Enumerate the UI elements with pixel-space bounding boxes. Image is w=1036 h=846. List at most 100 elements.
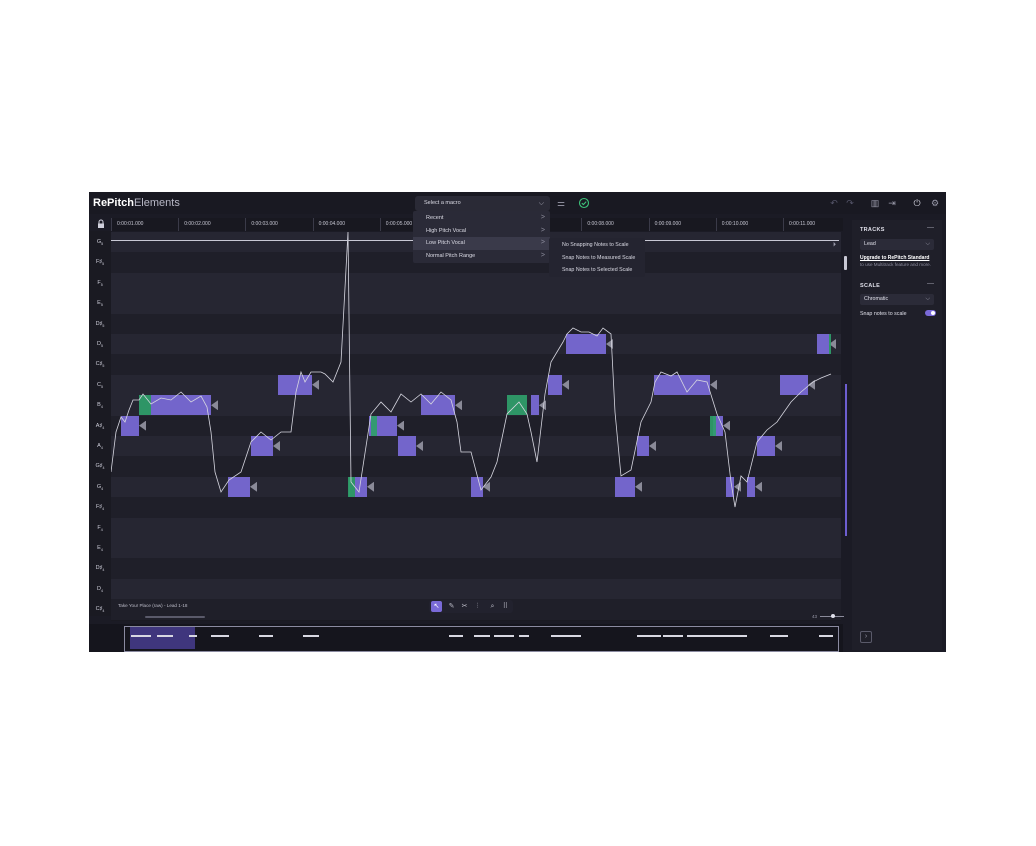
snap-notes-label: Snap notes to scale: [860, 311, 907, 317]
macro-menu-item-label: Normal Pitch Range: [426, 252, 476, 259]
piano-key[interactable]: F♯4: [89, 497, 111, 517]
timeline-tick: 0:00:04.000: [318, 221, 346, 227]
piano-key-octave: 4: [102, 425, 105, 430]
zoom-slider-handle[interactable]: [831, 614, 835, 618]
macro-submenu-item-label: No Snapping Notes to Scale: [562, 242, 629, 248]
overview-note: [819, 635, 833, 637]
scale-select[interactable]: Chromatic ⌵: [860, 294, 934, 305]
overview-strip[interactable]: [89, 624, 843, 652]
chevron-right-icon: >: [540, 251, 545, 259]
app-logo: RePitchElements: [93, 196, 180, 210]
tracks-collapse-button[interactable]: —: [927, 224, 934, 231]
piano-key-octave: 5: [100, 344, 103, 349]
timeline-tick-mark: [783, 218, 784, 231]
brand-light: Elements: [133, 197, 180, 209]
piano-key-octave: 5: [102, 323, 105, 328]
macro-settings-icon[interactable]: ⚌: [555, 197, 567, 209]
overview-note: [717, 635, 747, 637]
piano-key[interactable]: G♯4: [89, 456, 111, 476]
piano-key-octave: 4: [100, 405, 103, 410]
piano-key-octave: 5: [101, 242, 104, 247]
macro-menu-item[interactable]: Recent >: [413, 212, 550, 225]
right-panel: TRACKS — Lead ⌵ Upgrade to RePitch Stand…: [852, 220, 942, 650]
chevron-down-icon: ⌵: [538, 200, 544, 207]
export-icon[interactable]: ⇥: [886, 197, 898, 209]
piano-key[interactable]: F♯5: [89, 252, 111, 272]
select-tool-icon[interactable]: ↖: [431, 601, 442, 612]
macro-submenu-item-label: Snap Notes to Measured Scale: [562, 254, 636, 261]
macro-select[interactable]: Select a macro ⌵: [415, 196, 550, 211]
piano-key-octave: 4: [102, 507, 105, 512]
piano-key[interactable]: F4: [89, 518, 111, 538]
overview-frame: [124, 626, 839, 652]
gear-icon[interactable]: ⚙: [929, 197, 941, 209]
power-icon[interactable]: ⏻: [911, 197, 923, 209]
vertical-scroll-thumb[interactable]: [844, 256, 847, 270]
expand-icon[interactable]: ›: [860, 631, 872, 643]
level-tool-icon[interactable]: ⫶: [472, 601, 483, 612]
piano-key-octave: 5: [102, 262, 105, 267]
repitch-window: RePitchElements Select a macro ⌵ ⚌ ↶ ↷ ▥…: [89, 192, 946, 652]
piano-key[interactable]: G5: [89, 232, 111, 252]
scale-collapse-button[interactable]: —: [927, 280, 934, 287]
macro-submenu-item[interactable]: Snap Notes to Selected Scale: [549, 264, 645, 277]
macro-submenu: No Snapping Notes to Scale Snap Notes to …: [549, 238, 645, 277]
snap-notes-toggle[interactable]: [925, 310, 936, 316]
zoom-icon[interactable]: ⌕: [487, 601, 498, 612]
macro-menu-item[interactable]: Low Pitch Vocal >: [413, 237, 550, 250]
piano-key-octave: 5: [100, 282, 103, 287]
piano-key[interactable]: C5: [89, 375, 111, 395]
timeline-tick-mark: [715, 218, 717, 231]
scale-select-value: Chromatic: [864, 296, 889, 302]
upgrade-link[interactable]: Upgrade to RePitch Standard: [860, 255, 929, 261]
piano-key[interactable]: C♯4: [89, 599, 111, 619]
grip-icon[interactable]: ⠿: [500, 601, 511, 612]
macro-submenu-item-label: Snap Notes to Selected Scale: [562, 267, 633, 274]
macro-menu-item-label: High Pitch Vocal: [426, 227, 467, 234]
piano-key[interactable]: A4: [89, 436, 111, 456]
piano-key-octave: 5: [102, 364, 105, 369]
undo-icon[interactable]: ↶: [828, 197, 840, 209]
macro-select-label: Select a macro: [424, 200, 461, 206]
piano-key[interactable]: G4: [89, 477, 111, 497]
redo-icon[interactable]: ↷: [844, 197, 856, 209]
piano-key[interactable]: F5: [89, 273, 111, 293]
overview-note: [494, 635, 514, 637]
check-icon[interactable]: [578, 197, 590, 209]
macro-menu-item[interactable]: High Pitch Vocal >: [413, 225, 550, 238]
scissors-icon[interactable]: ✂: [459, 601, 470, 612]
track-select[interactable]: Lead ⌵: [860, 239, 934, 250]
piano-key[interactable]: D♯4: [89, 558, 111, 578]
piano-key[interactable]: D5: [89, 334, 111, 354]
lock-icon[interactable]: [95, 219, 107, 231]
piano-key-octave: 5: [100, 384, 103, 389]
piano-key[interactable]: E4: [89, 538, 111, 558]
piano-key[interactable]: D♯5: [89, 314, 111, 334]
scale-header: SCALE: [860, 283, 881, 289]
macro-menu-item[interactable]: Normal Pitch Range >: [413, 250, 550, 263]
chevron-right-icon: >: [540, 239, 545, 247]
piano-key[interactable]: A♯4: [89, 416, 111, 436]
macro-submenu-item[interactable]: No Snapping Notes to Scale: [549, 239, 645, 252]
overview-note: [770, 635, 788, 637]
scroll-right-icon[interactable]: ⏵: [833, 242, 836, 249]
macro-submenu-item[interactable]: Snap Notes to Measured Scale: [549, 252, 645, 265]
piano-key[interactable]: D4: [89, 579, 111, 599]
piano-key[interactable]: C♯5: [89, 354, 111, 374]
panel-icon[interactable]: ▥: [869, 197, 881, 209]
timeline-tick-mark: [581, 218, 583, 231]
overview-note: [303, 635, 319, 637]
overview-selection[interactable]: [130, 627, 195, 649]
horizontal-scrollbar[interactable]: [145, 616, 205, 618]
piano-key[interactable]: E5: [89, 293, 111, 313]
pitch-draw-tool-icon[interactable]: ✎: [446, 601, 457, 612]
upgrade-subtext: to use Multitrack feature and more.: [860, 262, 931, 267]
piano-key-octave: 4: [100, 548, 103, 553]
vertical-scrollbar[interactable]: [845, 384, 847, 536]
overview-note: [211, 635, 229, 637]
piano-key-octave: 5: [100, 303, 103, 308]
chevron-right-icon: >: [540, 214, 545, 221]
overview-note: [474, 635, 490, 637]
piano-key-octave: 4: [102, 568, 105, 573]
piano-key[interactable]: B4: [89, 395, 111, 415]
